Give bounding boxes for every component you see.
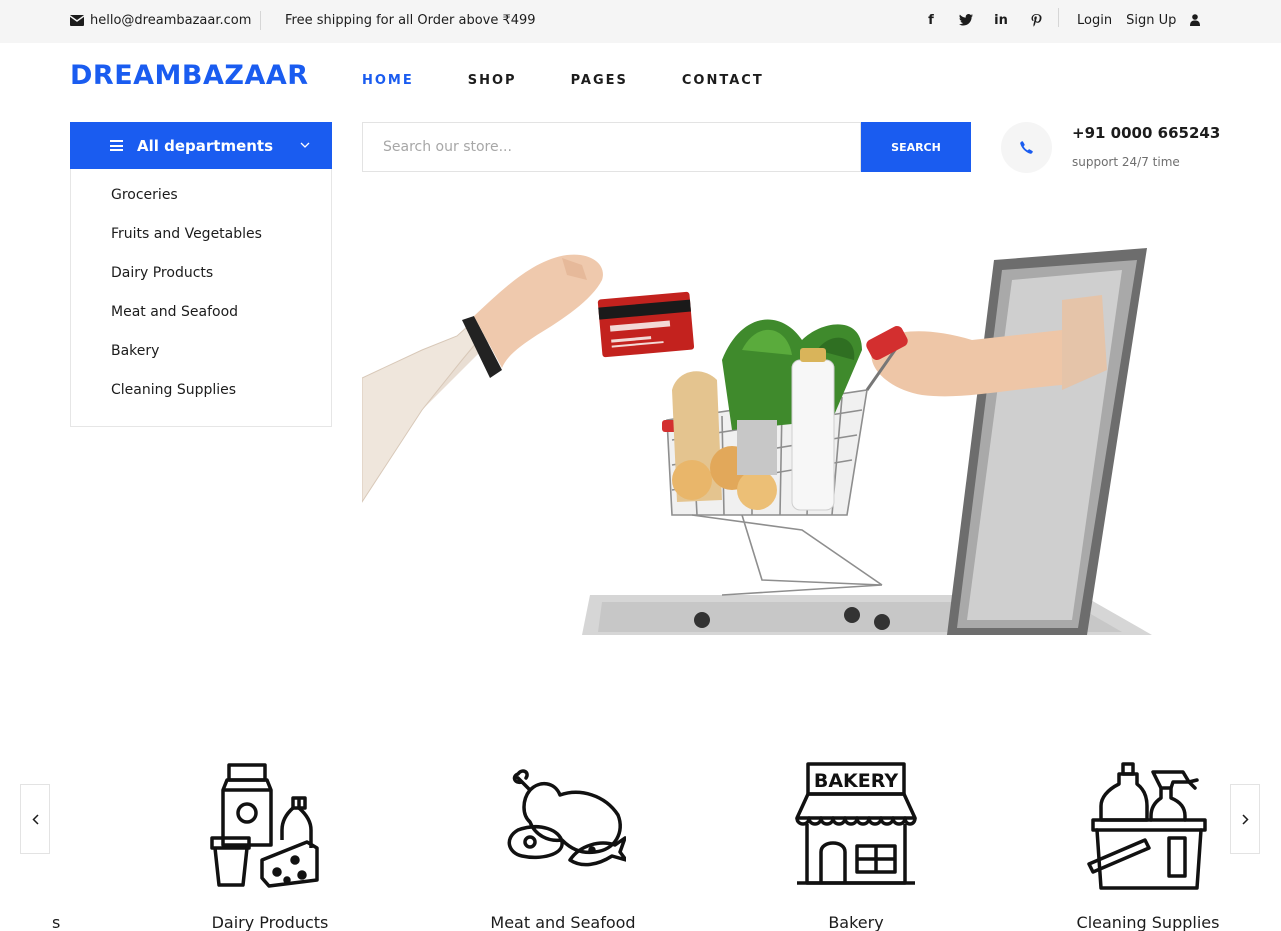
department-item[interactable]: Fruits and Vegetables bbox=[71, 226, 331, 265]
category-label-fragment: s bbox=[52, 913, 61, 931]
nav-contact[interactable]: CONTACT bbox=[682, 73, 764, 88]
chevron-right-icon bbox=[1241, 813, 1249, 825]
meat-icon bbox=[507, 769, 626, 867]
category-label: Bakery bbox=[828, 913, 884, 931]
search-input[interactable] bbox=[362, 122, 861, 172]
chevron-down-icon bbox=[300, 138, 310, 151]
phone-icon bbox=[1001, 122, 1052, 173]
support-text: support 24/7 time bbox=[1072, 155, 1180, 169]
hero-image bbox=[361, 240, 1152, 635]
nav-pages[interactable]: PAGES bbox=[571, 73, 628, 88]
search-bar: SEARCH bbox=[362, 122, 971, 172]
facebook-icon[interactable]: f bbox=[921, 13, 941, 28]
category-cleaning-supplies[interactable]: Cleaning Supplies bbox=[1068, 760, 1228, 931]
category-label: Dairy Products bbox=[211, 913, 329, 931]
departments-title: All departments bbox=[137, 136, 274, 155]
email-contact[interactable]: hello@dreambazaar.com bbox=[70, 0, 251, 40]
department-item[interactable]: Cleaning Supplies bbox=[71, 382, 331, 421]
carousel-prev-button[interactable] bbox=[20, 784, 50, 854]
category-bakery[interactable]: BAKERY Bakery bbox=[776, 760, 936, 931]
signup-link[interactable]: Sign Up bbox=[1126, 13, 1176, 28]
department-item[interactable]: Bakery bbox=[71, 343, 331, 382]
chevron-left-icon bbox=[31, 813, 39, 825]
carousel-next-button[interactable] bbox=[1230, 784, 1260, 854]
divider bbox=[1058, 8, 1059, 27]
social-links: f in bbox=[921, 0, 1046, 40]
email-text[interactable]: hello@dreambazaar.com bbox=[90, 13, 251, 28]
auth-links: Login Sign Up bbox=[1077, 0, 1201, 40]
department-item[interactable]: Meat and Seafood bbox=[71, 304, 331, 343]
linkedin-icon[interactable]: in bbox=[991, 13, 1011, 28]
cleaning-supplies-icon bbox=[1087, 762, 1207, 890]
bakery-sign-text: BAKERY bbox=[814, 770, 898, 792]
department-item[interactable]: Groceries bbox=[71, 187, 331, 226]
nav-home[interactable]: HOME bbox=[362, 73, 414, 88]
main-nav: HOME SHOP PAGES CONTACT bbox=[362, 73, 818, 88]
envelope-icon bbox=[70, 14, 84, 26]
twitter-icon[interactable] bbox=[956, 14, 976, 26]
nav-shop[interactable]: SHOP bbox=[468, 73, 517, 88]
bakery-shop-icon: BAKERY bbox=[795, 762, 917, 885]
category-dairy-products[interactable]: Dairy Products bbox=[190, 760, 350, 931]
site-logo[interactable]: DREAMBAZAAR bbox=[70, 60, 309, 91]
phone-number[interactable]: +91 0000 665243 bbox=[1072, 124, 1220, 142]
all-departments-button[interactable]: All departments bbox=[70, 122, 332, 169]
shipping-notice: Free shipping for all Order above ₹499 bbox=[285, 12, 536, 28]
user-icon[interactable] bbox=[1190, 14, 1201, 26]
top-bar: hello@dreambazaar.com Free shipping for … bbox=[0, 0, 1281, 43]
divider bbox=[260, 11, 261, 30]
dairy-icon bbox=[210, 763, 319, 888]
search-button[interactable]: SEARCH bbox=[861, 122, 971, 172]
login-link[interactable]: Login bbox=[1077, 13, 1112, 28]
category-carousel: s Dairy Products Meat and Seafood BAKERY… bbox=[0, 700, 1281, 931]
category-label: Meat and Seafood bbox=[490, 913, 636, 931]
category-label: Cleaning Supplies bbox=[1076, 913, 1220, 931]
departments-list: Groceries Fruits and Vegetables Dairy Pr… bbox=[70, 169, 332, 427]
department-item[interactable]: Dairy Products bbox=[71, 265, 331, 304]
menu-icon bbox=[110, 138, 123, 154]
pinterest-icon[interactable] bbox=[1026, 13, 1046, 27]
category-meat-and-seafood[interactable]: Meat and Seafood bbox=[483, 760, 643, 931]
